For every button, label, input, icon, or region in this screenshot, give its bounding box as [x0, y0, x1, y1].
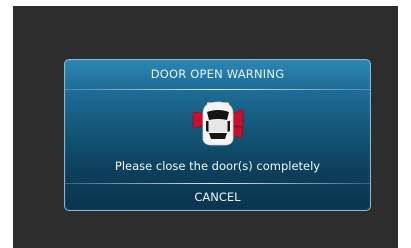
- dialog-title: DOOR OPEN WARNING: [150, 67, 285, 81]
- car-doors-open-icon: [186, 98, 252, 146]
- door-open-warning-dialog: DOOR OPEN WARNING Please close the door(…: [64, 59, 371, 211]
- display-screen: DOOR OPEN WARNING Please close the door(…: [13, 6, 398, 248]
- cancel-button[interactable]: CANCEL: [65, 184, 370, 210]
- warning-message: Please close the door(s) completely: [114, 159, 321, 173]
- title-divider: [65, 89, 370, 90]
